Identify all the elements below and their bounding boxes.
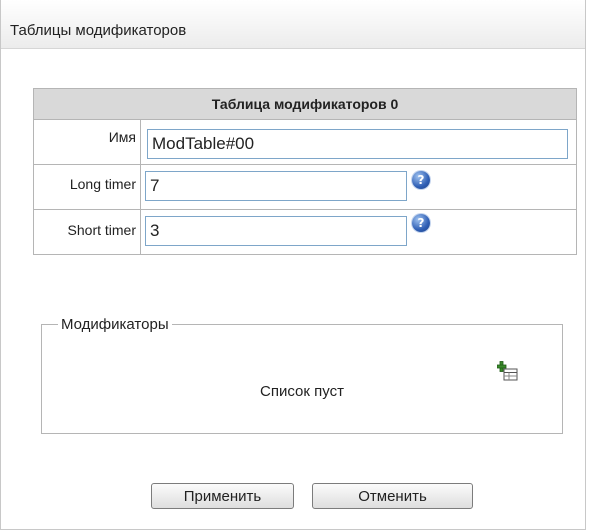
cancel-button[interactable]: Отменить — [312, 483, 473, 509]
help-icon[interactable]: ? — [412, 214, 430, 232]
short-timer-label: Short timer — [67, 222, 136, 238]
short-timer-input[interactable] — [145, 216, 407, 246]
name-input[interactable] — [147, 129, 568, 159]
modifier-tables-panel: Таблицы модификаторов Таблица модификато… — [0, 0, 586, 530]
modifier-table-form: Таблица модификаторов 0 Имя Long timer ? — [33, 88, 577, 255]
panel-header: Таблицы модификаторов — [1, 0, 585, 49]
empty-list-text: Список пуст — [260, 383, 344, 400]
apply-button[interactable]: Применить — [151, 483, 294, 509]
short-timer-row: Short timer ? — [33, 209, 577, 255]
modifiers-legend: Модификаторы — [61, 316, 169, 333]
long-timer-row: Long timer ? — [33, 164, 577, 210]
table-title: Таблица модификаторов 0 — [33, 88, 577, 120]
help-icon[interactable]: ? — [412, 171, 430, 189]
add-row-icon[interactable] — [497, 361, 519, 381]
name-label: Имя — [108, 129, 136, 145]
name-row: Имя — [33, 119, 577, 165]
long-timer-label: Long timer — [69, 176, 136, 192]
long-timer-input[interactable] — [145, 171, 407, 201]
panel-title: Таблицы модификаторов — [10, 22, 187, 39]
modifiers-group: Модификаторы Список пуст — [41, 316, 563, 434]
